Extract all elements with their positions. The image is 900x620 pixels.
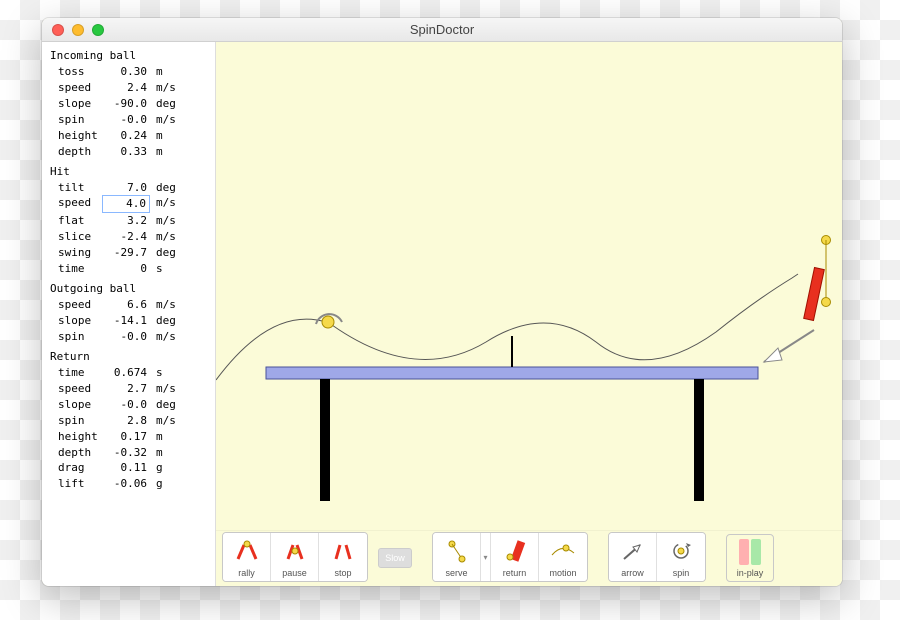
rally-button[interactable]: rally (223, 533, 271, 581)
inplay-indicator: in-play (726, 534, 774, 582)
param-hit-flat[interactable]: flat3.2m/s (50, 213, 207, 229)
app-window: SpinDoctor Incoming ball toss0.30mspeed2… (42, 18, 842, 586)
param-outgoing-slope[interactable]: slope-14.1deg (50, 313, 207, 329)
param-hit-swing[interactable]: swing-29.7deg (50, 245, 207, 261)
param-incoming-slope[interactable]: slope-90.0deg (50, 96, 207, 112)
param-hit-slice[interactable]: slice-2.4m/s (50, 229, 207, 245)
slow-button[interactable]: Slow (378, 548, 412, 568)
minimize-icon[interactable] (72, 24, 84, 36)
action-group: serve ▾ return motion (432, 532, 588, 582)
pause-button[interactable]: pause (271, 533, 319, 581)
param-outgoing-spin[interactable]: spin-0.0m/s (50, 329, 207, 345)
titlebar: SpinDoctor (42, 18, 842, 42)
param-return-drag[interactable]: drag0.11g (50, 460, 207, 476)
stop-button[interactable]: stop (319, 533, 367, 581)
arrow-button[interactable]: arrow (609, 533, 657, 581)
param-hit-tilt[interactable]: tilt7.0deg (50, 180, 207, 196)
param-outgoing-speed[interactable]: speed6.6m/s (50, 297, 207, 313)
param-incoming-speed[interactable]: speed2.4m/s (50, 80, 207, 96)
param-return-depth[interactable]: depth-0.32m (50, 445, 207, 461)
toolbar: rally pause stop Slow se (216, 530, 842, 586)
section-incoming: Incoming ball (50, 48, 207, 64)
window-title: SpinDoctor (42, 22, 842, 37)
spin-button[interactable]: spin (657, 533, 705, 581)
param-incoming-toss[interactable]: toss0.30m (50, 64, 207, 80)
serve-button[interactable]: serve (433, 533, 481, 581)
motion-button[interactable]: motion (539, 533, 587, 581)
param-return-time[interactable]: time0.674s (50, 365, 207, 381)
param-hit-speed[interactable]: speed4.0m/s (50, 195, 207, 213)
param-return-height[interactable]: height0.17m (50, 429, 207, 445)
section-outgoing: Outgoing ball (50, 281, 207, 297)
section-hit: Hit (50, 164, 207, 180)
section-return: Return (50, 349, 207, 365)
parameter-sidebar: Incoming ball toss0.30mspeed2.4m/sslope-… (42, 42, 216, 586)
simulation-canvas[interactable] (216, 42, 842, 530)
param-incoming-depth[interactable]: depth0.33m (50, 144, 207, 160)
close-icon[interactable] (52, 24, 64, 36)
param-return-lift[interactable]: lift-0.06g (50, 476, 207, 492)
param-return-spin[interactable]: spin2.8m/s (50, 413, 207, 429)
zoom-icon[interactable] (92, 24, 104, 36)
param-incoming-spin[interactable]: spin-0.0m/s (50, 112, 207, 128)
playback-group: rally pause stop (222, 532, 368, 582)
param-hit-time[interactable]: time0s (50, 261, 207, 277)
view-group: arrow spin (608, 532, 706, 582)
return-button[interactable]: return (491, 533, 539, 581)
param-incoming-height[interactable]: height0.24m (50, 128, 207, 144)
param-return-speed[interactable]: speed2.7m/s (50, 381, 207, 397)
serve-dropdown[interactable]: ▾ (481, 533, 491, 581)
param-return-slope[interactable]: slope-0.0deg (50, 397, 207, 413)
